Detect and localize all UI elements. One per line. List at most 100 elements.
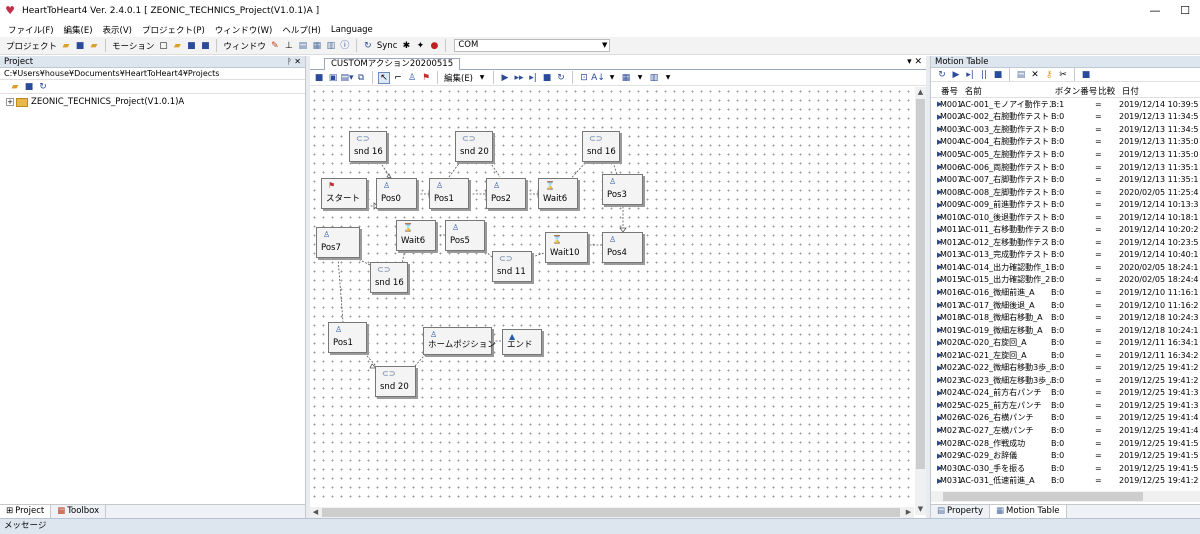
tree-icon[interactable]: ⊥ bbox=[283, 40, 295, 52]
table-row[interactable]: ▶ M016 AC-016_微細前進_A B:0 = 2019/12/10 11:16:1 bbox=[931, 286, 1200, 299]
row-expand-icon[interactable]: ▶ bbox=[931, 389, 942, 397]
step-play-icon[interactable]: ▸▸ bbox=[513, 72, 525, 84]
flow-node-pos[interactable]: ♙ Pos7 bbox=[316, 227, 360, 258]
sort-icon[interactable]: A↓ bbox=[591, 72, 605, 84]
scroll-thumb[interactable] bbox=[943, 492, 1143, 501]
table-row[interactable]: ▶ M028 AC-028_作戦成功 B:0 = 2019/12/25 19:41:5 bbox=[931, 437, 1200, 450]
table-row[interactable]: ▶ M024 AC-024_前方右パンチ B:0 = 2019/12/25 19:41:3 bbox=[931, 387, 1200, 400]
scroll-thumb[interactable] bbox=[916, 99, 925, 469]
delete-icon[interactable]: ✕ bbox=[1029, 69, 1041, 81]
table-row[interactable]: ▶ M030 AC-030_手を振る B:0 = 2019/12/25 19:41:5 bbox=[931, 462, 1200, 475]
row-expand-icon[interactable]: ▶ bbox=[931, 326, 942, 334]
new-motion-icon[interactable]: ▢ bbox=[157, 40, 169, 52]
stop-icon[interactable]: ■ bbox=[541, 72, 553, 84]
sync-label[interactable]: Sync bbox=[377, 41, 398, 51]
minimize-button[interactable]: — bbox=[1140, 0, 1170, 22]
menu-file[interactable]: ファイル(F) bbox=[8, 24, 54, 36]
row-expand-icon[interactable]: ▶ bbox=[931, 351, 942, 359]
open-folder-icon[interactable]: ▰ bbox=[60, 40, 72, 52]
play-icon[interactable]: ▶ bbox=[950, 69, 962, 81]
scroll-left-icon[interactable]: ◀ bbox=[310, 507, 321, 518]
pin-icon[interactable]: ✦ bbox=[414, 40, 426, 52]
row-expand-icon[interactable]: ▶ bbox=[931, 339, 942, 347]
table-row[interactable]: ▶ M004 AC-004_右腕動作テスト B:0 = 2019/12/13 11:35:… bbox=[931, 136, 1200, 149]
pin-close-icons[interactable]: ᚹ ✕ bbox=[287, 56, 301, 68]
menu-edit[interactable]: 編集(E) bbox=[64, 24, 93, 36]
com-port-select[interactable]: COM ▼ bbox=[454, 39, 611, 52]
menu-help[interactable]: ヘルプ(H) bbox=[282, 24, 321, 36]
expand-icon[interactable]: + bbox=[6, 98, 14, 106]
row-expand-icon[interactable]: ▶ bbox=[931, 376, 942, 384]
table-row[interactable]: ▶ M020 AC-020_右旋回_A B:0 = 2019/12/11 16:34:1 bbox=[931, 336, 1200, 349]
play-icon[interactable]: ▶ bbox=[499, 72, 511, 84]
row-expand-icon[interactable]: ▶ bbox=[931, 477, 942, 485]
table-row[interactable]: ▶ M017 AC-017_微細後退_A B:0 = 2019/12/10 11:16:2 bbox=[931, 299, 1200, 312]
step-icon[interactable]: ▸| bbox=[964, 69, 976, 81]
pose-icon[interactable]: ♙ bbox=[406, 72, 418, 84]
save-icon[interactable]: ■ bbox=[1080, 69, 1092, 81]
key-icon[interactable]: ⚷ bbox=[1043, 69, 1055, 81]
row-expand-icon[interactable]: ▶ bbox=[931, 213, 942, 221]
row-expand-icon[interactable]: ▶ bbox=[931, 100, 942, 108]
save-all-icon[interactable]: ■ bbox=[199, 40, 211, 52]
figure-icon[interactable]: ✱ bbox=[400, 40, 412, 52]
flow-node-wait[interactable]: ⌛ Wait10 bbox=[545, 232, 588, 263]
scroll-right-icon[interactable]: ▶ bbox=[903, 507, 914, 518]
row-expand-icon[interactable]: ▶ bbox=[931, 426, 942, 434]
row-expand-icon[interactable]: ▶ bbox=[931, 176, 942, 184]
row-expand-icon[interactable]: ▶ bbox=[931, 226, 942, 234]
flow-node-pos[interactable]: ♙ Pos3 bbox=[602, 174, 643, 205]
table-row[interactable]: ▶ M005 AC-005_左腕動作テスト B:0 = 2019/12/13 11:35:… bbox=[931, 148, 1200, 161]
flow-node-pos[interactable]: ♙ Pos0 bbox=[376, 178, 417, 209]
row-expand-icon[interactable]: ▶ bbox=[931, 238, 942, 246]
loop-icon[interactable]: ↻ bbox=[555, 72, 567, 84]
open-motion-icon[interactable]: ▰ bbox=[171, 40, 183, 52]
table-row[interactable]: ▶ M014 AC-014_出力確認動作_1 B:0 = 2020/02/05 18:24… bbox=[931, 261, 1200, 274]
row-expand-icon[interactable]: ▶ bbox=[931, 201, 942, 209]
grid-icon[interactable]: ▦ bbox=[311, 40, 323, 52]
table-row[interactable]: ▶ M007 AC-007_右脚動作テスト B:0 = 2019/12/13 11:35:… bbox=[931, 173, 1200, 186]
row-expand-icon[interactable]: ▶ bbox=[931, 138, 942, 146]
save-motion-icon[interactable]: ■ bbox=[185, 40, 197, 52]
tree-item-project[interactable]: ZEONIC_TECHNICS_Project(V1.0.1)A bbox=[31, 97, 184, 107]
menu-window[interactable]: ウィンドウ(W) bbox=[215, 24, 273, 36]
tab-close-controls[interactable]: ▾ ✕ bbox=[907, 57, 922, 67]
properties-icon[interactable]: ▤ bbox=[1015, 69, 1027, 81]
save-icon[interactable]: ■ bbox=[74, 40, 86, 52]
chevron-down-icon[interactable]: ▼ bbox=[606, 72, 618, 84]
start-flag-icon[interactable]: ⚑ bbox=[420, 72, 432, 84]
table-row[interactable]: ▶ M002 AC-002_右腕動作テスト B:0 = 2019/12/13 11:34:… bbox=[931, 111, 1200, 124]
row-expand-icon[interactable]: ▶ bbox=[931, 125, 942, 133]
wrench-icon[interactable]: ✎ bbox=[269, 40, 281, 52]
column-header-compare[interactable]: 比較 bbox=[1098, 85, 1122, 97]
menu-view[interactable]: 表示(V) bbox=[103, 24, 132, 36]
stop-icon[interactable]: ■ bbox=[992, 69, 1004, 81]
row-expand-icon[interactable]: ▶ bbox=[931, 251, 942, 259]
select-pointer-icon[interactable]: ↖ bbox=[378, 71, 390, 84]
column-header-number[interactable]: 番号 bbox=[937, 85, 965, 97]
table-row[interactable]: ▶ M008 AC-008_左脚動作テスト B:0 = 2020/02/05 11:25:… bbox=[931, 186, 1200, 199]
row-expand-icon[interactable]: ▶ bbox=[931, 150, 942, 158]
table-row[interactable]: ▶ M010 AC-010_後退動作テスト B:0 = 2019/12/14 10:18:… bbox=[931, 211, 1200, 224]
maximize-button[interactable]: ☐ bbox=[1170, 0, 1200, 22]
flow-node-start[interactable]: ⚑ スタート bbox=[321, 178, 367, 209]
row-expand-icon[interactable]: ▶ bbox=[931, 464, 942, 472]
table-row[interactable]: ▶ M031 AC-031_低速前進_A B:0 = 2019/12/25 19:41:2 bbox=[931, 474, 1200, 487]
chevron-down-icon[interactable]: ▼ bbox=[476, 72, 488, 84]
save-icon[interactable]: ■ bbox=[313, 72, 325, 84]
flow-node-snd[interactable]: ⊂⊃ snd 20 bbox=[375, 366, 416, 397]
flow-node-snd[interactable]: ⊂⊃ snd 16 bbox=[582, 131, 620, 162]
row-expand-icon[interactable]: ▶ bbox=[931, 113, 942, 121]
canvas-horizontal-scrollbar[interactable]: ◀ ▶ bbox=[310, 507, 914, 518]
column-header-name[interactable]: 名前 bbox=[965, 85, 1055, 97]
refresh-icon[interactable]: ↻ bbox=[936, 69, 948, 81]
menu-project[interactable]: プロジェクト(P) bbox=[142, 24, 205, 36]
table-row[interactable]: ▶ M027 AC-027_左横パンチ B:0 = 2019/12/25 19:41:4 bbox=[931, 424, 1200, 437]
row-expand-icon[interactable]: ▶ bbox=[931, 288, 942, 296]
flow-node-snd[interactable]: ⊂⊃ snd 11 bbox=[492, 251, 532, 282]
row-expand-icon[interactable]: ▶ bbox=[931, 414, 942, 422]
flow-node-end[interactable]: ▲ エンド bbox=[502, 329, 542, 355]
table-row[interactable]: ▶ M011 AC-011_右移動動作テスト B:0 = 2019/12/14 10:20… bbox=[931, 223, 1200, 236]
layout-icon[interactable]: ▤▾ bbox=[340, 72, 353, 84]
tab-project[interactable]: ⊞ Project bbox=[0, 505, 52, 518]
